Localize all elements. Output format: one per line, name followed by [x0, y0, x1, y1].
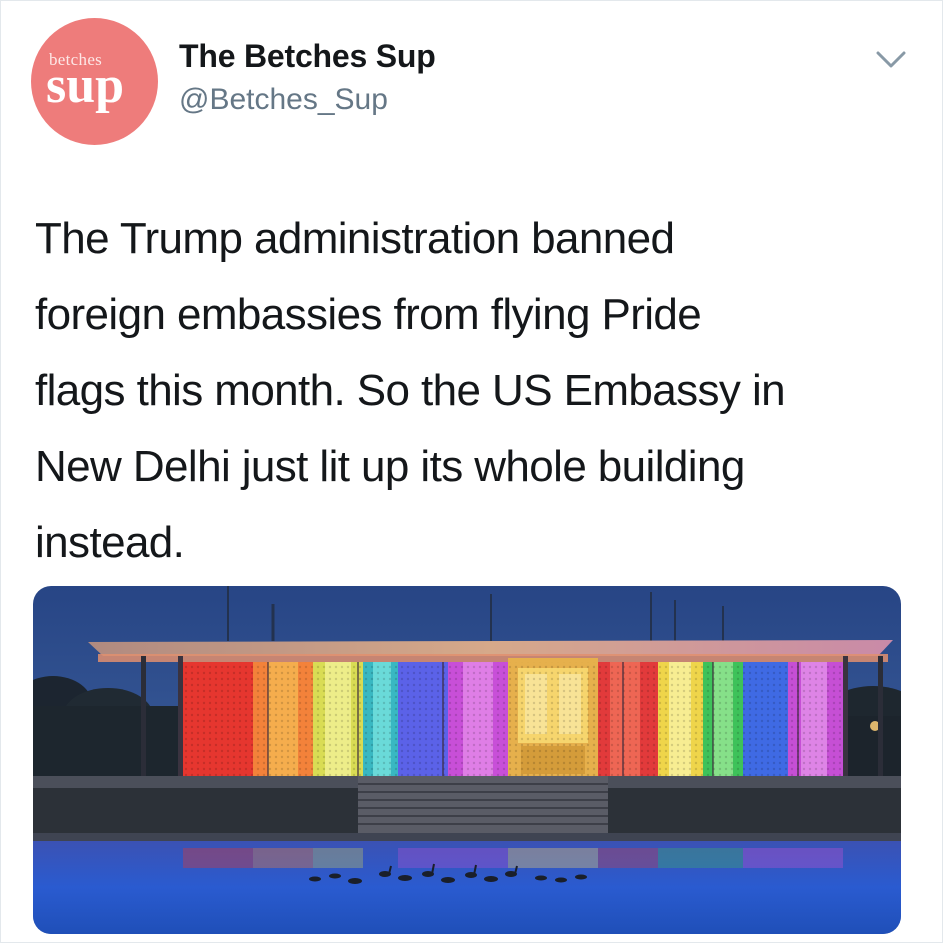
embassy-rainbow-photo: [33, 586, 901, 934]
account-handle[interactable]: @Betches_Sup: [179, 83, 388, 117]
tweet-card: betches sup The Betches Sup @Betches_Sup…: [0, 0, 943, 943]
avatar[interactable]: betches sup: [31, 18, 158, 145]
tweet-text: The Trump administration banned foreign …: [35, 214, 786, 567]
chevron-down-icon[interactable]: [874, 47, 908, 73]
display-name[interactable]: The Betches Sup: [179, 38, 436, 75]
avatar-logo-big-text: sup: [46, 57, 125, 114]
tweet-photo[interactable]: [33, 586, 901, 934]
